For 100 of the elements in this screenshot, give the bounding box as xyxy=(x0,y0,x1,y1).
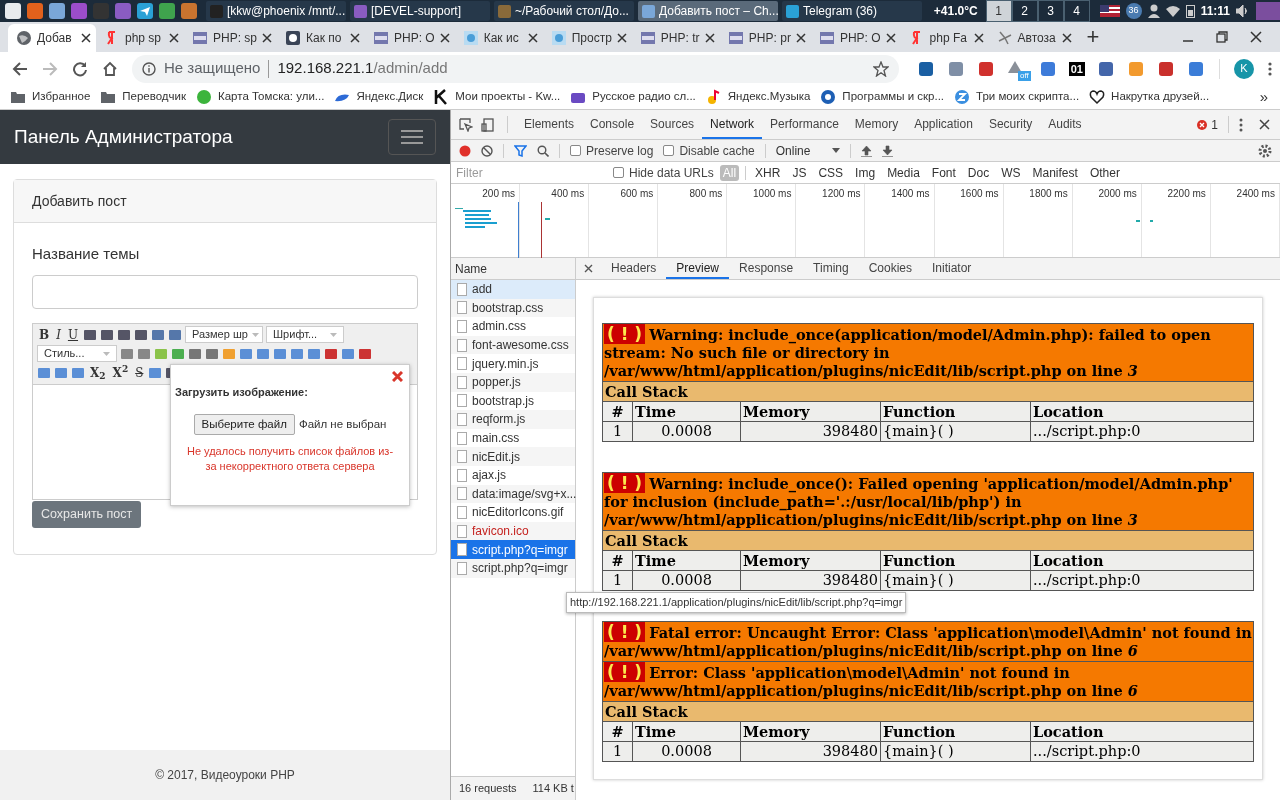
file-button[interactable]: Выберите файл xyxy=(193,414,295,435)
toolbar-icon[interactable] xyxy=(358,346,372,361)
close-icon[interactable] xyxy=(1061,33,1072,43)
bookmark[interactable]: Русское радио сл... xyxy=(570,88,696,106)
close-icon[interactable] xyxy=(1259,119,1270,130)
type-filter[interactable]: Other xyxy=(1086,164,1123,181)
devtools-tab[interactable]: Elements xyxy=(516,110,583,139)
extension-icon[interactable] xyxy=(1157,59,1175,78)
close-icon[interactable] xyxy=(527,33,538,43)
reload-icon[interactable] xyxy=(72,60,88,77)
app-icon[interactable] xyxy=(70,2,88,20)
new-tab-button[interactable]: + xyxy=(1076,24,1110,52)
toolbar-icon[interactable] xyxy=(256,346,270,361)
extension-icon[interactable] xyxy=(916,59,935,78)
save-button[interactable]: Сохранить пост xyxy=(32,500,142,528)
detail-tab[interactable]: Response xyxy=(729,258,804,279)
taskbar-button[interactable]: ~/Рабочий стол/До... xyxy=(494,1,634,21)
toolbar-icon[interactable] xyxy=(239,346,253,361)
bookmark[interactable]: Три моих скрипта... xyxy=(954,88,1080,106)
filter-field[interactable]: Filter xyxy=(451,162,601,183)
detail-tab[interactable]: Timing xyxy=(803,258,859,279)
more-icon[interactable] xyxy=(1239,117,1243,132)
request-row[interactable]: script.php?q=imgr xyxy=(451,540,575,559)
toolbar-icon[interactable] xyxy=(188,346,202,361)
close-icon[interactable] xyxy=(169,33,179,43)
devtools-tab[interactable]: Audits xyxy=(1040,110,1090,139)
detail-tab[interactable]: Cookies xyxy=(858,258,922,279)
checkbox[interactable]: Hide data URLs xyxy=(613,163,714,182)
toolbar-icon[interactable] xyxy=(205,346,219,361)
format-button[interactable]: I xyxy=(54,326,63,343)
close-icon[interactable] xyxy=(885,33,896,43)
format-button[interactable]: S xyxy=(133,364,146,381)
type-filter[interactable]: Media xyxy=(884,164,923,181)
toolbar-icon[interactable] xyxy=(151,327,166,342)
type-filter[interactable]: CSS xyxy=(815,164,847,181)
extension-icon[interactable] xyxy=(1187,59,1205,78)
devtools-tab[interactable]: Performance xyxy=(762,110,847,139)
devtools-tab[interactable]: Memory xyxy=(846,110,907,139)
format-button[interactable]: X$_{2}$ xyxy=(88,364,108,381)
toolbar-icon[interactable] xyxy=(117,327,132,342)
toolbar-icon[interactable] xyxy=(290,346,304,361)
upload-icon[interactable] xyxy=(861,144,873,157)
close-icon[interactable] xyxy=(704,33,715,43)
restore-icon[interactable] xyxy=(1216,31,1228,43)
workspace-button[interactable]: 3 xyxy=(1037,0,1064,22)
clear-icon[interactable] xyxy=(481,144,493,157)
telegram-icon[interactable] xyxy=(136,2,154,20)
toolbar-icon[interactable] xyxy=(71,365,85,380)
taskbar-button[interactable]: [kkw@phoenix /mnt/... xyxy=(206,1,346,21)
type-filter[interactable]: WS xyxy=(998,164,1024,181)
star-icon[interactable] xyxy=(872,60,889,77)
search-icon[interactable] xyxy=(537,144,549,157)
toolbar-icon[interactable] xyxy=(120,346,134,361)
record-button[interactable] xyxy=(459,144,471,157)
app-icon[interactable] xyxy=(48,2,66,20)
toolbar-icon[interactable] xyxy=(100,327,115,342)
type-filter[interactable]: XHR xyxy=(752,164,784,181)
close-icon[interactable] xyxy=(1250,31,1262,43)
format-button[interactable]: U xyxy=(65,326,81,343)
checkbox[interactable]: Disable cache xyxy=(663,141,755,160)
format-button[interactable]: X$^{2}$ xyxy=(110,364,131,381)
toolbar-icon[interactable] xyxy=(307,346,321,361)
select-dropdown[interactable]: Шрифт... xyxy=(266,326,345,343)
close-icon[interactable] xyxy=(584,264,593,273)
extension-icon[interactable] xyxy=(946,59,965,78)
taskbar-button[interactable]: [DEVEL-support] xyxy=(350,1,490,21)
devtools-tab[interactable]: Security xyxy=(980,110,1041,139)
close-icon[interactable] xyxy=(350,33,360,43)
app-icon[interactable] xyxy=(180,2,198,20)
type-filter[interactable]: Img xyxy=(852,164,879,181)
request-row[interactable]: add xyxy=(451,280,575,299)
bookmark[interactable]: Карта Томска: ули... xyxy=(196,88,325,106)
address-bar[interactable]: Не защищено 192.168.221.1/admin/add xyxy=(132,54,899,83)
detail-tab[interactable]: Initiator xyxy=(922,258,982,279)
close-icon[interactable] xyxy=(795,33,806,43)
toolbar-icon[interactable] xyxy=(273,346,287,361)
toolbar-icon[interactable] xyxy=(341,346,355,361)
toolbar-icon[interactable] xyxy=(168,327,183,342)
menu-button[interactable] xyxy=(388,119,436,155)
taskbar-button[interactable]: Telegram (36) xyxy=(782,1,922,21)
bookmark[interactable]: Программы и скр... xyxy=(820,88,945,106)
toolbar-icon[interactable] xyxy=(137,346,151,361)
bookmark[interactable]: Избранное xyxy=(10,88,91,106)
bookmark[interactable]: Мои проекты - Kw... xyxy=(433,88,561,106)
inspect-icon[interactable] xyxy=(459,117,473,132)
workspace-button[interactable]: 4 xyxy=(1063,0,1090,22)
download-icon[interactable] xyxy=(882,144,894,157)
workspace-button[interactable]: 1 xyxy=(985,0,1012,22)
select-dropdown[interactable]: Размер шр xyxy=(185,326,264,343)
app-icon[interactable] xyxy=(158,2,176,20)
more-icon[interactable] xyxy=(1268,60,1272,77)
close-icon[interactable] xyxy=(262,33,272,43)
checkbox[interactable]: Preserve log xyxy=(570,141,654,160)
toolbar-icon[interactable] xyxy=(83,327,98,342)
extension-icon[interactable] xyxy=(1038,59,1057,78)
taskbar-button[interactable]: Добавить пост – Ch... xyxy=(638,1,778,21)
bookmark[interactable]: Яндекс.Музыка xyxy=(705,88,811,106)
format-button[interactable]: B xyxy=(37,326,52,343)
request-row[interactable]: reqform.js xyxy=(451,410,575,429)
select-dropdown[interactable]: Стиль... xyxy=(37,345,117,362)
